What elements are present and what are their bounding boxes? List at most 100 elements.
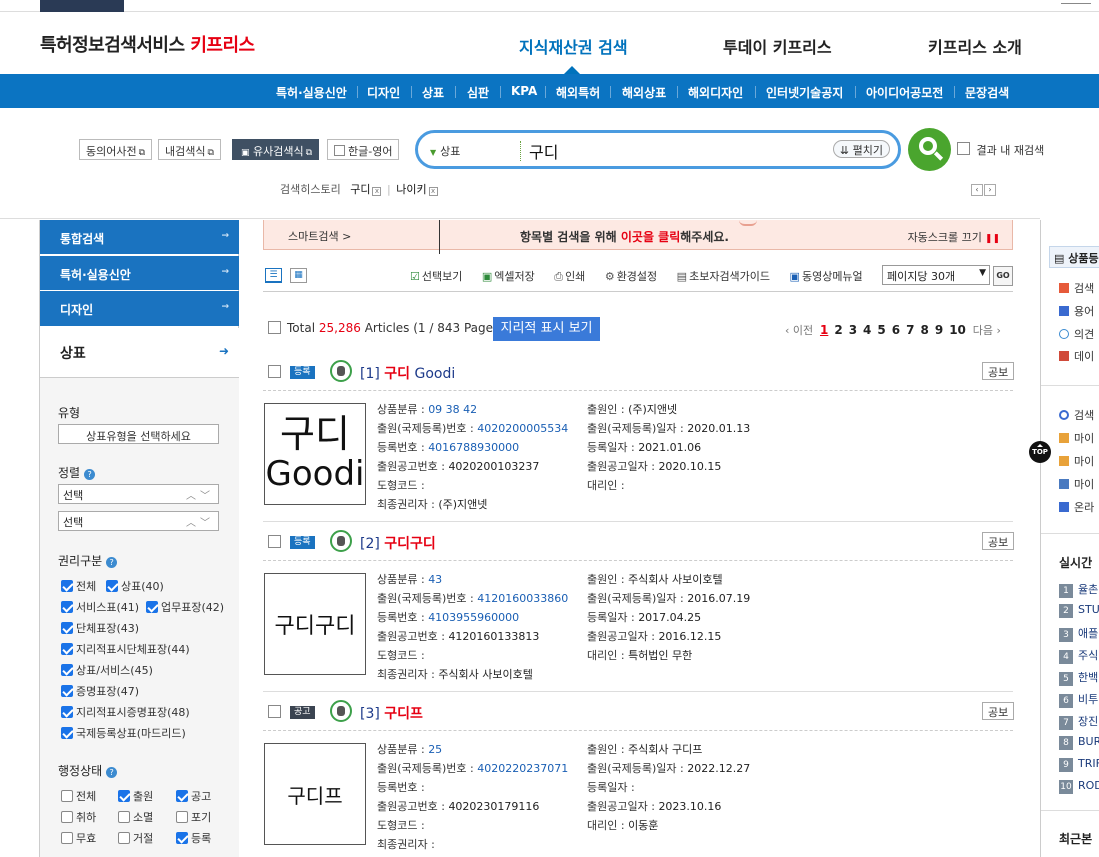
print-button[interactable]: ⎙ 인쇄 — [554, 270, 593, 283]
history-term[interactable]: 나이키 — [396, 183, 426, 196]
sort-select-2[interactable]: 선택 ︿﹀ — [58, 511, 219, 531]
right-link[interactable]: 마이 — [1059, 453, 1094, 469]
gazette-button[interactable]: 공보 — [982, 702, 1015, 720]
korean-english-toggle[interactable]: 한글-영어 — [327, 139, 400, 160]
chevron-left-icon[interactable]: ‹ — [971, 184, 983, 196]
site-logo[interactable]: 특허정보검색서비스 키프리스 — [40, 31, 255, 57]
nav-about-kipris[interactable]: 키프리스 소개 — [928, 34, 1022, 58]
status-checkbox[interactable]: 포기 — [176, 809, 211, 825]
nav-ip-search[interactable]: 지식재산권 검색 — [519, 34, 628, 58]
status-checkbox[interactable]: 무효 — [61, 830, 96, 846]
rights-checkbox[interactable]: 지리적표시증명표장(48) — [61, 704, 190, 720]
sidebar-item-design[interactable]: 디자인 → — [40, 291, 239, 326]
auto-scroll-toggle[interactable]: 자동스크롤 끄기 ❚❚ — [908, 229, 1000, 245]
recheck-checkbox[interactable] — [957, 142, 970, 155]
right-link[interactable]: 용어 — [1059, 303, 1094, 319]
right-link[interactable]: 검색 — [1059, 280, 1094, 296]
status-checkbox[interactable]: 등록 — [176, 830, 211, 846]
page-link[interactable]: 9 — [935, 323, 943, 337]
trademark-image[interactable]: 구디프 — [264, 743, 366, 845]
select-view-button[interactable]: ☑ 선택보기 — [410, 270, 470, 283]
language-button[interactable] — [40, 0, 124, 12]
cat-patent[interactable]: 특허·실용신안 — [276, 84, 347, 101]
banner-chevron-icon[interactable] — [739, 220, 757, 226]
right-link[interactable]: 마이 — [1059, 476, 1094, 492]
type-select[interactable]: 상표유형을 선택하세요 — [58, 424, 219, 444]
settings-button[interactable]: ⚙ 환경설정 — [605, 270, 665, 283]
page-link[interactable]: 4 — [863, 323, 871, 337]
help-icon[interactable]: ? — [106, 767, 118, 778]
page-link[interactable]: 2 — [834, 323, 842, 337]
right-link[interactable]: 온라 — [1059, 499, 1094, 515]
result-title[interactable]: [3] 구디프 — [360, 703, 423, 723]
per-page-select[interactable]: 페이지당 30개 ▼ — [882, 265, 990, 285]
image-view-icon[interactable]: ▦ — [290, 268, 307, 283]
expand-button[interactable]: ⇊ 펼치기 — [832, 140, 890, 158]
search-button[interactable] — [908, 128, 951, 171]
field-value[interactable]: 43 — [428, 573, 442, 586]
rights-checkbox[interactable]: 전체 — [61, 578, 96, 594]
right-tab-product[interactable]: ▤ 상품등 — [1049, 246, 1099, 268]
page-link[interactable]: 1 — [820, 323, 828, 337]
chevron-right-icon[interactable]: › — [984, 184, 996, 196]
cat-design[interactable]: 디자인 — [367, 84, 400, 101]
rights-checkbox[interactable]: 단체표장(43) — [61, 620, 139, 636]
search-category-select[interactable]: ▼ 상표 — [430, 143, 460, 159]
banner-click-link[interactable]: 이곳을 클릭 — [621, 230, 680, 244]
beginner-guide-button[interactable]: ▤ 초보자검색가이드 — [677, 270, 778, 283]
rights-checkbox[interactable]: 증명표장(47) — [61, 683, 139, 699]
result-checkbox[interactable] — [268, 535, 281, 548]
page-link[interactable]: 7 — [906, 323, 914, 337]
field-value[interactable]: 4016788930000 — [428, 441, 519, 454]
rights-checkbox[interactable]: 업무표장(42) — [146, 599, 224, 615]
sort-select-1[interactable]: 선택 ︿﹀ — [58, 484, 219, 504]
cat-foreign-trademark[interactable]: 해외상표 — [622, 84, 666, 101]
rights-checkbox[interactable]: 상표(40) — [106, 578, 164, 594]
cat-foreign-design[interactable]: 해외디자인 — [688, 84, 743, 101]
page-link[interactable]: 3 — [849, 323, 857, 337]
cat-foreign-patent[interactable]: 해외특허 — [556, 84, 600, 101]
nav-today-kipris[interactable]: 투데이 키프리스 — [723, 34, 832, 58]
rank-item[interactable]: 4 주식 — [1059, 647, 1098, 664]
page-link[interactable]: 8 — [920, 323, 928, 337]
rank-item[interactable]: 5 한백 — [1059, 669, 1098, 686]
page-link[interactable]: 5 — [877, 323, 885, 337]
right-link[interactable]: 의견 — [1059, 326, 1094, 342]
field-value[interactable]: 4103955960000 — [428, 611, 519, 624]
page-link[interactable]: 10 — [949, 323, 966, 337]
cat-trademark[interactable]: 상표 — [422, 84, 444, 101]
status-checkbox[interactable]: 공고 — [176, 788, 211, 804]
rights-checkbox[interactable]: 서비스표(41) — [61, 599, 139, 615]
cat-tech-disclosure[interactable]: 인터넷기술공지 — [766, 84, 843, 101]
prev-page-link[interactable]: ‹ 이전 — [785, 324, 813, 337]
rank-item[interactable]: 6 비투 — [1059, 691, 1098, 708]
right-link[interactable]: 검색 — [1059, 407, 1094, 423]
cat-trial[interactable]: 심판 — [467, 84, 489, 101]
remove-icon[interactable]: x — [428, 187, 438, 196]
gazette-button[interactable]: 공보 — [982, 532, 1015, 550]
right-link[interactable]: 마이 — [1059, 430, 1094, 446]
field-value[interactable]: 4020200005534 — [477, 422, 568, 435]
status-checkbox[interactable]: 전체 — [61, 788, 96, 804]
sidebar-item-patent[interactable]: 특허·실용신안 → — [40, 256, 239, 290]
rank-item[interactable]: 8 BUR — [1059, 735, 1099, 750]
result-checkbox[interactable] — [268, 705, 281, 718]
top-util-link[interactable] — [1061, 0, 1091, 4]
select-all-checkbox[interactable] — [268, 321, 281, 334]
rank-item[interactable]: 3 애플 — [1059, 625, 1098, 642]
trademark-image[interactable]: 구디구디 — [264, 573, 366, 675]
sidebar-item-trademark[interactable]: 상표 ➜ — [40, 328, 239, 378]
rights-checkbox[interactable]: 상표/서비스(45) — [61, 662, 153, 678]
right-link[interactable]: 데이 — [1059, 348, 1094, 364]
status-checkbox[interactable]: 취하 — [61, 809, 96, 825]
result-checkbox[interactable] — [268, 365, 281, 378]
search-input[interactable]: 구디 — [529, 139, 558, 163]
trademark-image[interactable]: 구디 Goodi — [264, 403, 366, 505]
geo-indication-button[interactable]: 지리적 표시 보기 — [493, 317, 600, 341]
help-icon[interactable]: ? — [106, 557, 118, 568]
excel-save-button[interactable]: ▣ 엑셀저장 — [482, 270, 543, 283]
rank-item[interactable]: 7 장진 — [1059, 713, 1098, 730]
list-view-icon[interactable]: ☰ — [265, 268, 282, 283]
synonym-dictionary-button[interactable]: 동의어사전 ⧉ — [79, 139, 153, 160]
go-button[interactable]: GO — [993, 266, 1013, 286]
